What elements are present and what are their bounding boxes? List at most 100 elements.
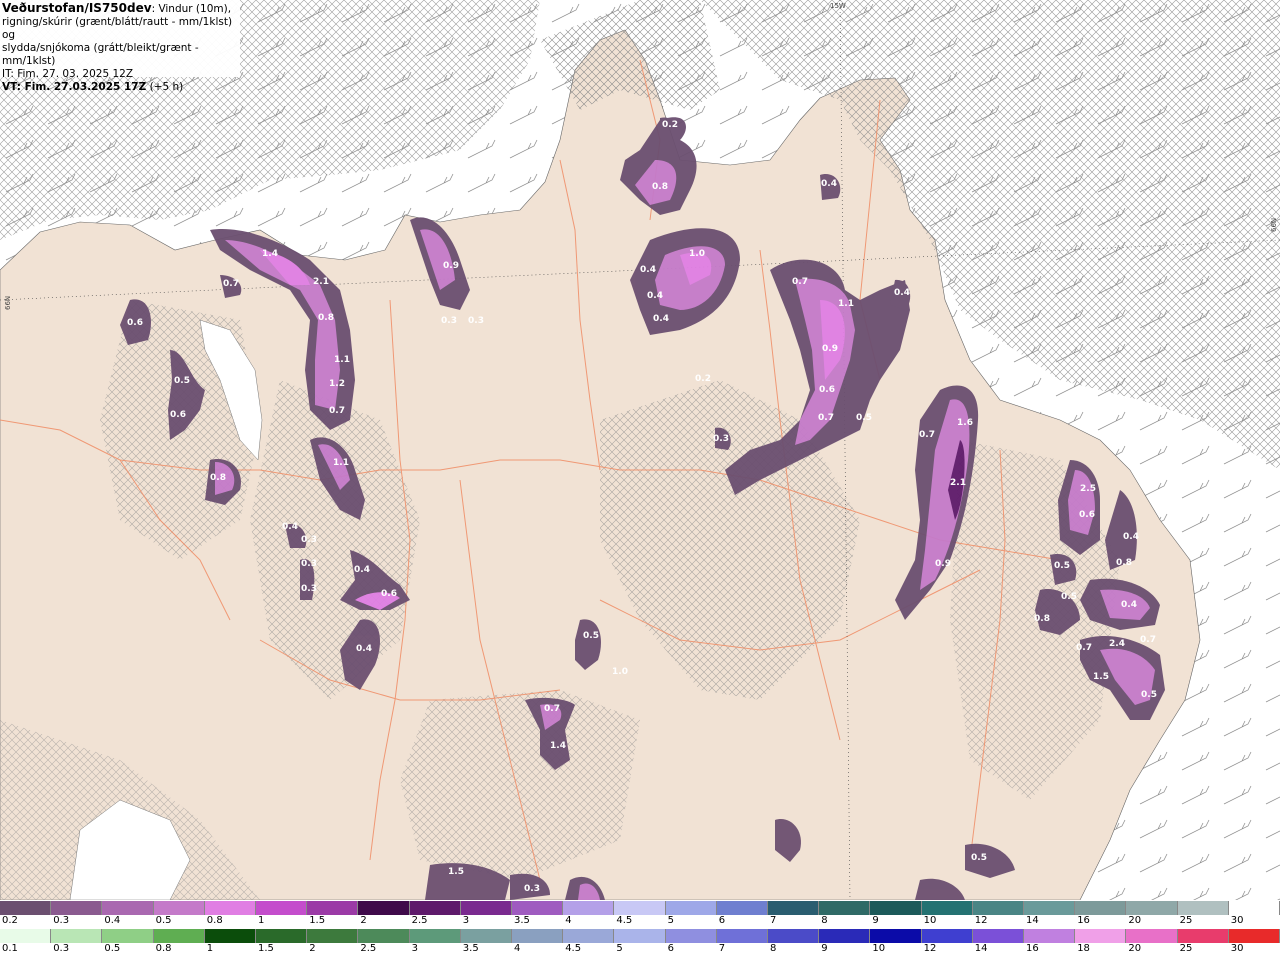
legend-swatch bbox=[102, 929, 154, 943]
legend-label: 1 bbox=[258, 915, 265, 926]
legend-swatch bbox=[51, 901, 103, 915]
legend-swatch bbox=[921, 929, 973, 943]
legend-label: 4 bbox=[565, 915, 572, 926]
precip-value-label: 0.4 bbox=[354, 565, 370, 575]
precip-value-label: 0.4 bbox=[1121, 600, 1137, 610]
legend-label: 3.5 bbox=[514, 915, 530, 926]
legend-label: 25 bbox=[1179, 943, 1193, 954]
legend-label: 10 bbox=[872, 943, 886, 954]
precip-value-label: 1.4 bbox=[262, 249, 278, 259]
precip-value-label: 1.0 bbox=[612, 667, 628, 677]
precip-value-label: 0.5 bbox=[1061, 592, 1077, 602]
legend-label: 0.3 bbox=[53, 915, 70, 926]
legend-swatch bbox=[819, 929, 871, 943]
legend-label: 4.5 bbox=[565, 943, 582, 954]
precip-value-label: 0.9 bbox=[822, 344, 838, 354]
coord-top: 15W bbox=[830, 2, 846, 10]
precip-value-label: 0.5 bbox=[971, 853, 987, 863]
legend-swatch bbox=[51, 929, 103, 943]
legend-swatch bbox=[972, 901, 1025, 915]
legend-label: 1 bbox=[206, 943, 214, 954]
legend-swatch bbox=[204, 929, 257, 943]
legend-label: 9 bbox=[872, 915, 879, 926]
legend-label: 0.5 bbox=[155, 915, 172, 926]
header-title: Veðurstofan/IS750dev: Vindur (10m), bbox=[2, 2, 238, 16]
legend-swatch bbox=[1228, 929, 1280, 943]
header-line2: rigning/skúrir (grænt/blátt/rautt - mm/1… bbox=[2, 16, 233, 41]
legend-swatch bbox=[1075, 901, 1127, 915]
precip-value-label: 0.8 bbox=[1034, 614, 1050, 624]
header-line4: IT: Fim. 27. 03. 2025 12Z bbox=[2, 68, 134, 80]
precip-value-label: 0.4 bbox=[894, 288, 910, 298]
precip-value-label: 0.4 bbox=[647, 291, 663, 301]
legend-swatch bbox=[256, 901, 308, 915]
legend-snow-labels: 0.2 0.3 0.4 0.5 0.8 1 1.5 2 2.5 3 3.5 4 4.5 5 6 7 8 9 10 12… bbox=[0, 915, 1280, 929]
precip-value-label: 1.1 bbox=[838, 299, 854, 309]
legend-label: 14 bbox=[1026, 915, 1039, 926]
legend-swatch bbox=[1126, 929, 1178, 943]
precip-value-label: 0.3 bbox=[441, 316, 457, 326]
legend-swatch bbox=[307, 901, 359, 915]
legend-rain-labels: 0.1 0.3 0.5 0.8 1 1.5 2 2.5 3 3.5 4 4.5 5 6 7 8 9 10 12 14 1… bbox=[0, 943, 1280, 957]
precip-value-label: 0.4 bbox=[282, 522, 298, 532]
legend-swatch bbox=[256, 929, 308, 943]
precip-value-label: 0.9 bbox=[935, 559, 951, 569]
legend-label: 8 bbox=[821, 915, 828, 926]
legend-swatch bbox=[204, 901, 257, 915]
legend-swatch bbox=[153, 929, 205, 943]
legend-swatch bbox=[972, 929, 1025, 943]
precip-value-label: 0.6 bbox=[381, 589, 397, 599]
legend-swatch bbox=[460, 929, 513, 943]
precip-value-label: 0.3 bbox=[468, 316, 484, 326]
header-line3: slydda/snjókoma (grátt/bleikt/grænt - mm… bbox=[2, 42, 199, 67]
legend-label: 1.5 bbox=[258, 943, 274, 954]
legend-swatch bbox=[1024, 929, 1076, 943]
title-strong: Veðurstofan/IS750dev bbox=[2, 1, 152, 15]
legend-label: 16 bbox=[1026, 943, 1039, 954]
precip-value-label: 0.4 bbox=[356, 644, 372, 654]
header-line5: VT: Fim. 27.03.2025 17Z (+5 h) bbox=[2, 81, 238, 94]
legend-swatch bbox=[409, 929, 461, 943]
legend-label: 14 bbox=[974, 943, 988, 954]
vt-rest: (+5 h) bbox=[146, 81, 184, 93]
precip-value-label: 0.8 bbox=[210, 473, 226, 483]
legend-swatch bbox=[102, 901, 154, 915]
legend-snow-bar bbox=[0, 901, 1280, 915]
legend-swatch bbox=[665, 901, 717, 915]
legend-swatch bbox=[665, 929, 717, 943]
legend-label: 0.3 bbox=[53, 943, 70, 954]
precip-value-label: 0.5 bbox=[174, 376, 190, 386]
legend-label: 1.5 bbox=[309, 915, 326, 926]
precip-value-label: 0.8 bbox=[652, 182, 668, 192]
legend-swatch bbox=[768, 929, 820, 943]
legend-label: 5 bbox=[667, 915, 674, 926]
legend-label: 18 bbox=[1077, 943, 1090, 954]
legend-label: 0.5 bbox=[104, 943, 121, 954]
precip-value-label: 0.7 bbox=[919, 430, 935, 440]
precip-value-label: 0.6 bbox=[1079, 510, 1095, 520]
title-rest: : Vindur (10m), bbox=[151, 3, 232, 15]
legend-rain-bar bbox=[0, 929, 1280, 943]
precip-value-label: 0.8 bbox=[1116, 558, 1132, 568]
legend-label: 2 bbox=[309, 943, 316, 954]
legend-label: 2 bbox=[360, 915, 367, 926]
legend-swatch bbox=[358, 901, 410, 915]
precip-value-label: 0.6 bbox=[127, 318, 143, 328]
legend-label: 4 bbox=[514, 943, 521, 954]
precip-value-label: 1.1 bbox=[334, 355, 350, 365]
weather-map: 15W 66N 66N 0.20.80.41.00.40.40.40.71.10… bbox=[0, 0, 1280, 900]
precip-value-label: 2.1 bbox=[313, 277, 329, 287]
precip-value-label: 0.3 bbox=[713, 434, 729, 444]
precip-value-label: 0.7 bbox=[1076, 643, 1092, 653]
legend-label: 3.5 bbox=[462, 943, 479, 954]
legend-label: 16 bbox=[1077, 915, 1090, 926]
legend-swatch bbox=[870, 929, 922, 943]
legend-swatch bbox=[563, 929, 615, 943]
vt-strong: VT: Fim. 27.03.2025 17Z bbox=[2, 81, 147, 93]
legend-swatch bbox=[768, 901, 820, 915]
legend-label: 5 bbox=[616, 943, 623, 954]
precip-value-label: 0.6 bbox=[170, 410, 186, 420]
precip-value-label: 0.8 bbox=[318, 313, 334, 323]
legend-label: 20 bbox=[1128, 915, 1142, 926]
coord-left: 66N bbox=[4, 296, 12, 310]
